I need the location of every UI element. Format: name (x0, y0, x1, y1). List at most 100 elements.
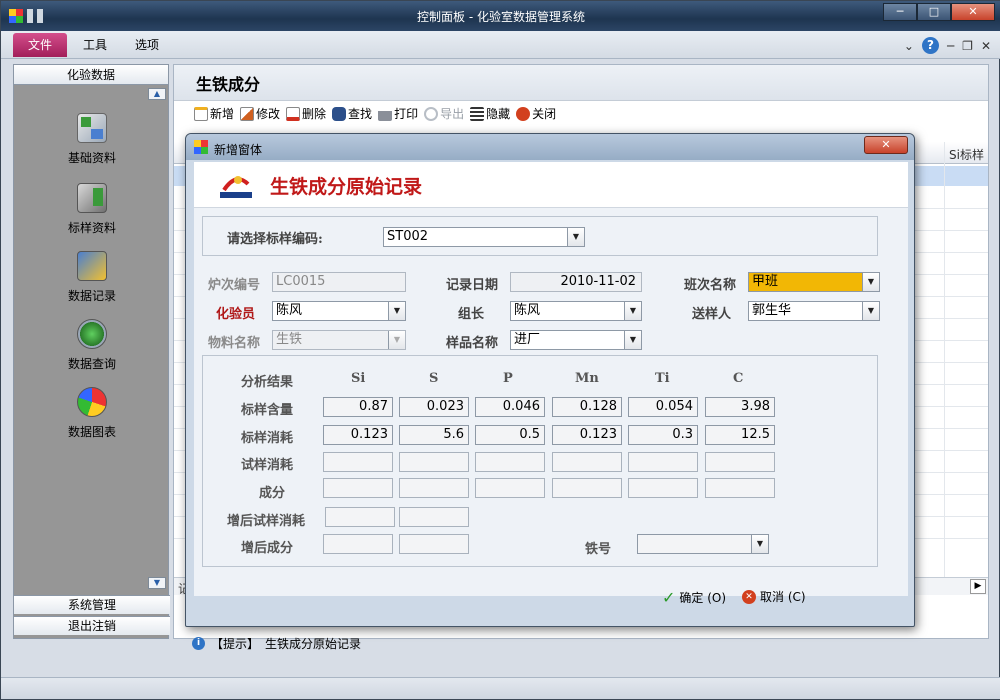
minimize-button[interactable]: ─ (883, 3, 917, 21)
nav-item-basic[interactable]: 基础资料 (14, 113, 170, 166)
assayer-select[interactable]: 陈风 ▼ (272, 301, 406, 321)
title-bar: 控制面板 - 化验室数据管理系统 ─ □ ✕ (1, 1, 1000, 31)
iron-no-label: 铁号 (585, 542, 612, 557)
scroll-right-button[interactable]: ▶ (970, 579, 986, 594)
dialog-title: 新增窗体 (214, 143, 263, 157)
chevron-down-icon[interactable]: ▼ (862, 302, 879, 320)
chevron-down-icon[interactable]: ⌄ (904, 39, 914, 53)
nav-item-record[interactable]: 数据记录 (14, 251, 170, 304)
trial-c-field[interactable] (705, 452, 775, 472)
results-label: 分析结果 (241, 375, 294, 390)
data-record-icon (77, 251, 107, 281)
chevron-down-icon[interactable]: ▼ (751, 535, 768, 553)
restore-icon[interactable]: ❐ (962, 39, 973, 53)
cancel-button[interactable]: ✕ 取消 (C) (742, 588, 806, 605)
consume-ti-field[interactable]: 0.3 (628, 425, 698, 445)
added-component-si-field[interactable] (323, 534, 393, 554)
trial-ti-field[interactable] (628, 452, 698, 472)
nav-item-chart[interactable]: 数据图表 (14, 387, 170, 440)
delete-button[interactable]: 删除 (286, 105, 326, 122)
maximize-button[interactable]: □ (917, 3, 951, 21)
trial-p-field[interactable] (475, 452, 545, 472)
component-ti-field[interactable] (628, 478, 698, 498)
tab-tools[interactable]: 工具 (83, 33, 107, 57)
date-field[interactable]: 2010-11-02 (510, 272, 642, 292)
chevron-down-icon[interactable]: ▼ (388, 331, 405, 349)
close-button[interactable]: ✕ (951, 3, 995, 21)
content-label: 标样含量 (241, 403, 294, 418)
close-panel-button[interactable]: 关闭 (516, 105, 556, 122)
material-select[interactable]: 生铁 ▼ (272, 330, 406, 350)
search-button[interactable]: 查找 (332, 105, 372, 122)
ribbon-right-icons: ⌄ ? ─ ❐ ✕ (904, 37, 991, 54)
dialog-close-button[interactable]: ✕ (864, 136, 908, 154)
iron-no-select[interactable]: ▼ (637, 534, 769, 554)
standard-code-group: 请选择标样编码: ST002 ▼ (202, 216, 878, 256)
component-s-field[interactable] (399, 478, 469, 498)
component-si-field[interactable] (323, 478, 393, 498)
chevron-down-icon[interactable]: ▼ (624, 331, 641, 349)
added-trial-s-field[interactable] (399, 507, 469, 527)
ok-button[interactable]: ✓ 确定 (O) (662, 588, 726, 607)
export-button[interactable]: 导出 (424, 105, 464, 122)
consume-mn-field[interactable]: 0.123 (552, 425, 622, 445)
added-trial-si-field[interactable] (325, 507, 395, 527)
content-c-field[interactable]: 3.98 (705, 397, 775, 417)
edit-button[interactable]: 修改 (240, 105, 280, 122)
chevron-down-icon[interactable]: ▼ (862, 273, 879, 291)
consume-s-field[interactable]: 5.6 (399, 425, 469, 445)
content-ti-field[interactable]: 0.054 (628, 397, 698, 417)
trial-s-field[interactable] (399, 452, 469, 472)
chevron-down-icon[interactable]: ▼ (388, 302, 405, 320)
trial-mn-field[interactable] (552, 452, 622, 472)
furnace-field[interactable]: LC0015 (272, 272, 406, 292)
check-icon: ✓ (662, 588, 676, 607)
grid-column-si-standard[interactable]: Si标样 (949, 146, 984, 163)
tab-file[interactable]: 文件 (13, 33, 67, 57)
dialog-footer: ✓ 确定 (O) ✕ 取消 (C) (194, 578, 908, 618)
new-record-dialog: 新增窗体 ✕ 生铁成分原始记录 请选择标样编码: ST002 ▼ 炉次编号 LC… (185, 133, 915, 627)
nav-header[interactable]: 化验数据 (14, 65, 168, 85)
assayer-label: 化验员 (216, 307, 256, 322)
cancel-icon: ✕ (742, 589, 756, 604)
tab-options[interactable]: 选项 (135, 33, 159, 57)
sample-select[interactable]: 进厂 ▼ (510, 330, 642, 350)
ribbon-tabs: 文件 工具 选项 ⌄ ? ─ ❐ ✕ (1, 31, 1000, 59)
standard-code-select[interactable]: ST002 ▼ (383, 227, 585, 247)
minimize-icon[interactable]: ─ (947, 39, 954, 53)
element-mn: Mn (575, 371, 599, 386)
component-p-field[interactable] (475, 478, 545, 498)
content-p-field[interactable]: 0.046 (475, 397, 545, 417)
nav-item-label: 数据查询 (67, 357, 116, 371)
sender-select[interactable]: 郭生华 ▼ (748, 301, 880, 321)
assay-logo-icon (220, 176, 252, 198)
component-mn-field[interactable] (552, 478, 622, 498)
nav-scroll-up-button[interactable]: ▲ (148, 88, 166, 100)
shift-select[interactable]: 甲班 ▼ (748, 272, 880, 292)
nav-scroll-down-button[interactable]: ▼ (148, 577, 166, 589)
consume-si-field[interactable]: 0.123 (323, 425, 393, 445)
new-button[interactable]: 新增 (194, 105, 234, 122)
hide-icon (470, 106, 485, 121)
content-s-field[interactable]: 0.023 (399, 397, 469, 417)
hide-button[interactable]: 隐藏 (470, 105, 510, 122)
content-mn-field[interactable]: 0.128 (552, 397, 622, 417)
consume-p-field[interactable]: 0.5 (475, 425, 545, 445)
content-si-field[interactable]: 0.87 (323, 397, 393, 417)
help-icon[interactable]: ? (921, 37, 939, 54)
chevron-down-icon[interactable]: ▼ (624, 302, 641, 320)
leader-select[interactable]: 陈风 ▼ (510, 301, 642, 321)
consume-c-field[interactable]: 12.5 (705, 425, 775, 445)
element-ti: Ti (655, 371, 670, 386)
chevron-down-icon[interactable]: ▼ (567, 228, 584, 246)
trial-si-field[interactable] (323, 452, 393, 472)
close-icon[interactable]: ✕ (981, 39, 991, 53)
nav-item-standard[interactable]: 标样资料 (14, 183, 170, 236)
component-c-field[interactable] (705, 478, 775, 498)
nav-section-logout[interactable]: 退出注销 (14, 616, 170, 635)
dialog-body: 生铁成分原始记录 请选择标样编码: ST002 ▼ 炉次编号 LC0015 记录… (194, 162, 908, 596)
added-component-s-field[interactable] (399, 534, 469, 554)
print-button[interactable]: 打印 (378, 105, 418, 122)
nav-section-system[interactable]: 系统管理 (14, 595, 170, 614)
nav-item-query[interactable]: 数据查询 (14, 319, 170, 372)
